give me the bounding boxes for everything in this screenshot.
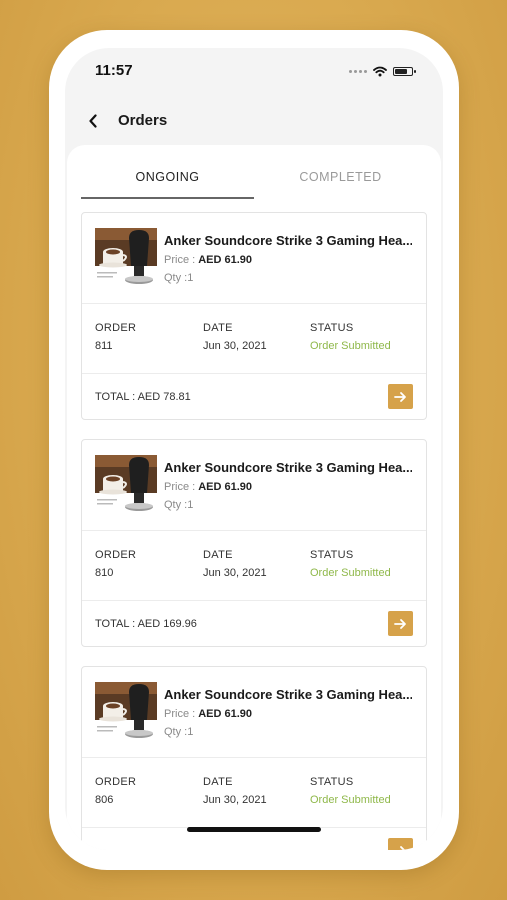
order-date-value: Jun 30, 2021 (203, 340, 267, 352)
product-qty: Qty :1 (164, 499, 194, 511)
order-details-row: ORDER 806 DATE Jun 30, 2021 STATUS Order… (82, 757, 426, 828)
product-image (95, 455, 157, 515)
order-number-col: ORDER 810 (95, 549, 136, 579)
chevron-left-icon (89, 114, 97, 128)
back-button[interactable] (81, 109, 105, 133)
orders-content: ONGOING COMPLETED Anker Soundcore Strike… (67, 145, 441, 850)
tab-completed[interactable]: COMPLETED (254, 157, 427, 197)
order-date-col: DATE Jun 30, 2021 (203, 776, 267, 806)
view-order-button[interactable] (388, 384, 413, 409)
order-number-label: ORDER (95, 549, 137, 561)
order-number-col: ORDER 811 (95, 322, 136, 352)
product-name: Anker Soundcore Strike 3 Gaming Hea... (164, 687, 412, 702)
order-total: TOTAL : AED 78.81 (95, 391, 191, 403)
order-number-label: ORDER (95, 322, 137, 334)
view-order-button[interactable] (388, 611, 413, 636)
battery-icon (393, 67, 416, 76)
order-details-row: ORDER 811 DATE Jun 30, 2021 STATUS Order… (82, 303, 426, 374)
order-status-value: Order Submitted (310, 794, 391, 806)
page-title: Orders (118, 112, 168, 129)
order-number-label: ORDER (95, 776, 137, 788)
product-price: Price : AED 61.90 (164, 481, 253, 493)
product-price: Price : AED 61.90 (164, 708, 253, 720)
order-status-value: Order Submitted (310, 340, 391, 352)
status-bar: 11:57 (65, 48, 443, 98)
product-qty: Qty :1 (164, 272, 194, 284)
order-product-row: Anker Soundcore Strike 3 Gaming Hea... P… (82, 213, 426, 304)
order-product-row: Anker Soundcore Strike 3 Gaming Hea... P… (82, 667, 426, 758)
wifi-icon (373, 66, 387, 77)
app-screen: 11:57 Orders ONGOING COMPLETED Anker Sou… (65, 48, 443, 850)
order-status-value: Order Submitted (310, 567, 391, 579)
home-indicator (187, 827, 321, 832)
order-total-row: TOTAL : AED 169.96 (82, 600, 426, 648)
order-number-col: ORDER 806 (95, 776, 136, 806)
order-status-col: STATUS Order Submitted (310, 549, 391, 579)
order-card[interactable]: Anker Soundcore Strike 3 Gaming Hea... P… (81, 666, 427, 850)
signal-dots-icon (349, 70, 367, 73)
product-name: Anker Soundcore Strike 3 Gaming Hea... (164, 233, 412, 248)
product-qty: Qty :1 (164, 726, 194, 738)
order-date-label: DATE (203, 549, 233, 561)
arrow-right-icon (394, 391, 406, 402)
product-name: Anker Soundcore Strike 3 Gaming Hea... (164, 460, 412, 475)
order-status-col: STATUS Order Submitted (310, 776, 391, 806)
order-product-row: Anker Soundcore Strike 3 Gaming Hea... P… (82, 440, 426, 531)
phone-frame: 11:57 Orders ONGOING COMPLETED Anker Sou… (49, 30, 459, 870)
order-card[interactable]: Anker Soundcore Strike 3 Gaming Hea... P… (81, 439, 427, 647)
order-date-label: DATE (203, 776, 233, 788)
status-time: 11:57 (95, 62, 133, 79)
order-tabs: ONGOING COMPLETED (81, 157, 427, 199)
view-order-button[interactable] (388, 838, 413, 850)
order-date-label: DATE (203, 322, 233, 334)
status-icons (349, 66, 416, 77)
order-card[interactable]: Anker Soundcore Strike 3 Gaming Hea... P… (81, 212, 427, 420)
order-total: TOTAL : AED 169.96 (95, 618, 197, 630)
arrow-right-icon (394, 618, 406, 629)
product-price: Price : AED 61.90 (164, 254, 253, 266)
order-status-col: STATUS Order Submitted (310, 322, 391, 352)
arrow-right-icon (394, 845, 406, 850)
order-details-row: ORDER 810 DATE Jun 30, 2021 STATUS Order… (82, 530, 426, 601)
tab-ongoing[interactable]: ONGOING (81, 157, 254, 199)
order-status-label: STATUS (310, 322, 354, 334)
order-date-col: DATE Jun 30, 2021 (203, 549, 267, 579)
order-total-row: TOTAL : AED 78.81 (82, 373, 426, 421)
order-date-value: Jun 30, 2021 (203, 794, 267, 806)
order-number-value: 806 (95, 794, 114, 806)
product-image (95, 228, 157, 288)
nav-bar: Orders (65, 98, 443, 146)
order-date-col: DATE Jun 30, 2021 (203, 322, 267, 352)
order-status-label: STATUS (310, 776, 354, 788)
order-number-value: 811 (95, 340, 113, 352)
product-image (95, 682, 157, 742)
order-number-value: 810 (95, 567, 114, 579)
order-date-value: Jun 30, 2021 (203, 567, 267, 579)
order-status-label: STATUS (310, 549, 354, 561)
